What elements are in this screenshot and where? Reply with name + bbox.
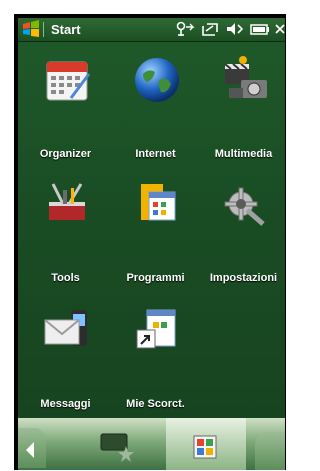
toolbox-icon <box>49 183 85 220</box>
back-arrow-button[interactable] <box>18 428 46 468</box>
windows-flag-icon[interactable] <box>22 20 40 38</box>
bottom-tab-bar <box>18 418 285 470</box>
folder-programs-icon <box>141 184 176 221</box>
envelope-phone-icon <box>44 310 87 346</box>
calendar-icon <box>46 61 91 101</box>
tile-label: Organizer <box>39 148 92 160</box>
apps-grid-icon[interactable] <box>192 434 218 460</box>
next-tab-button[interactable] <box>255 432 285 470</box>
tile-mie-scorct[interactable]: Mie Scorct. <box>108 304 203 422</box>
page-title: Start <box>51 22 81 37</box>
tile-label: Programmi <box>126 272 185 284</box>
tile-label: Impostazioni <box>209 272 278 284</box>
tile-label: Multimedia <box>214 148 273 160</box>
tile-organizer[interactable]: Organizer <box>18 54 113 172</box>
tile-label: Internet <box>135 148 176 160</box>
sync-icon[interactable] <box>200 21 220 37</box>
tile-label: Messaggi <box>40 398 91 410</box>
title-bar: Start <box>18 18 285 42</box>
tile-impostazioni[interactable]: Impostazioni <box>196 178 285 296</box>
tile-label: Mie Scorct. <box>126 398 185 410</box>
tile-label: Tools <box>51 272 80 284</box>
tile-messaggi[interactable]: Messaggi <box>18 304 113 422</box>
tile-multimedia[interactable]: Multimedia <box>196 54 285 172</box>
favorites-tab-icon[interactable] <box>98 430 138 462</box>
connectivity-icon[interactable] <box>175 21 195 37</box>
volume-icon[interactable] <box>225 21 245 37</box>
battery-icon[interactable] <box>250 21 270 37</box>
title-separator <box>43 22 44 37</box>
shortcut-icon <box>136 309 176 349</box>
globe-icon <box>135 58 179 102</box>
tile-internet[interactable]: Internet <box>108 54 203 172</box>
tile-programmi[interactable]: Programmi <box>108 178 203 296</box>
close-icon[interactable] <box>275 21 285 37</box>
multimedia-icon <box>224 56 267 98</box>
back-arrow-icon <box>26 442 34 458</box>
start-screen: Start Organizer Internet Multimedia Tool… <box>18 18 285 470</box>
status-icons <box>175 21 285 39</box>
settings-gears-icon <box>224 187 265 226</box>
tile-tools[interactable]: Tools <box>18 178 113 296</box>
